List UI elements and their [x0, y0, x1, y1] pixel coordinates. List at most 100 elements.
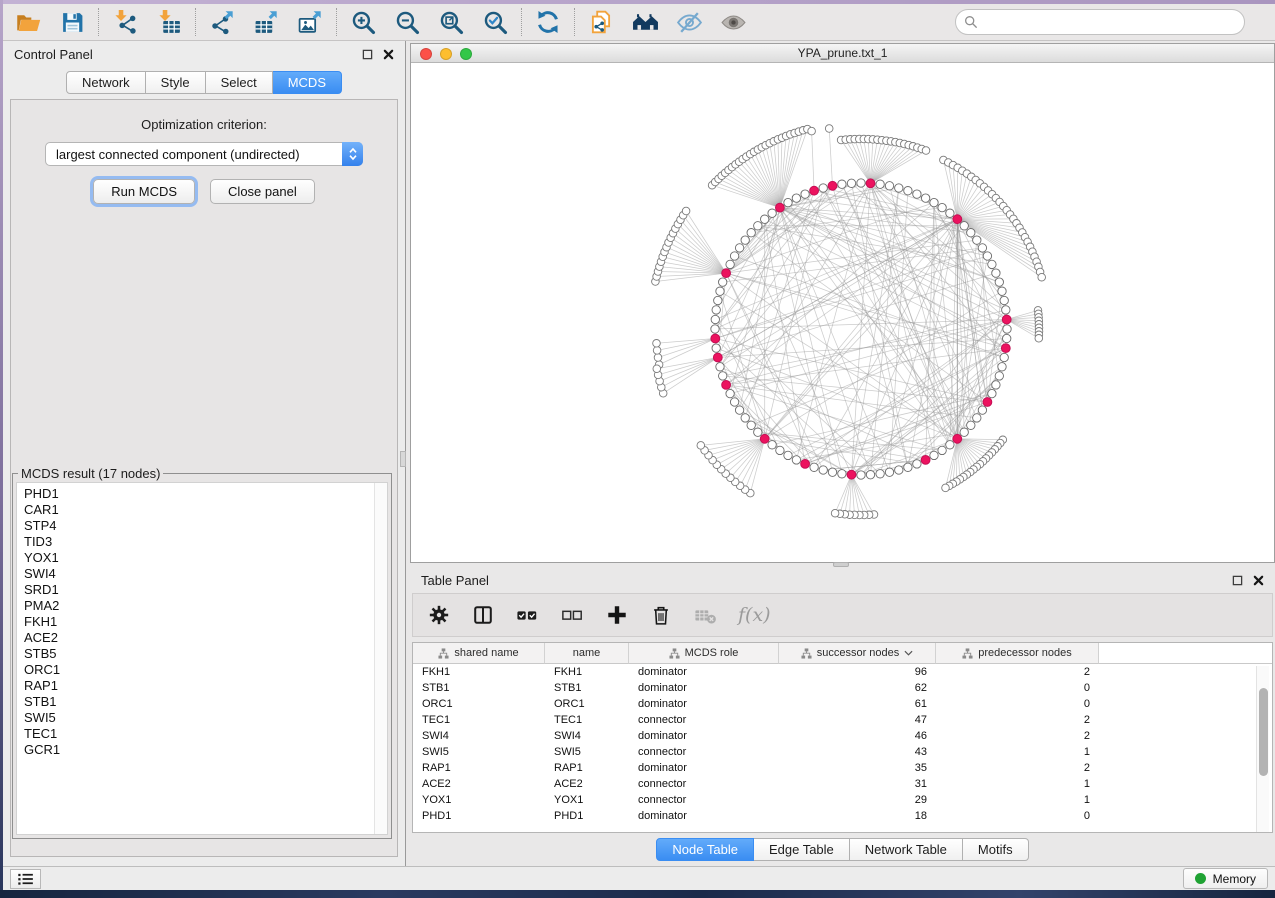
refresh-icon[interactable]	[533, 7, 563, 37]
horizontal-splitter-grip[interactable]	[833, 562, 849, 567]
table-row[interactable]: SWI4SWI4dominator462	[413, 728, 1272, 744]
table-row[interactable]: YOX1YOX1connector291	[413, 792, 1272, 808]
mcds-node-item[interactable]: ACE2	[24, 630, 387, 646]
tab-network[interactable]: Network	[66, 71, 146, 94]
add-column-icon[interactable]	[605, 604, 629, 626]
mcds-node-item[interactable]: CAR1	[24, 502, 387, 518]
cell-shared_name: ACE2	[413, 778, 545, 790]
memory-button[interactable]: Memory	[1183, 868, 1268, 889]
export-table-icon[interactable]	[251, 7, 281, 37]
save-session-icon[interactable]	[57, 7, 87, 37]
table-panel-titlebar: Table Panel	[410, 568, 1275, 593]
show-all-icon[interactable]	[718, 7, 748, 37]
export-image-icon[interactable]	[295, 7, 325, 37]
search-input[interactable]	[955, 9, 1245, 35]
tab-style[interactable]: Style	[146, 71, 206, 94]
tab-node-table[interactable]: Node Table	[656, 838, 754, 861]
column-header-successor-nodes[interactable]: successor nodes	[779, 643, 936, 664]
mcds-node-item[interactable]: STB1	[24, 694, 387, 710]
close-window-icon[interactable]	[420, 48, 432, 60]
close-panel-button[interactable]: Close panel	[210, 179, 315, 204]
table-row[interactable]: RAP1RAP1dominator352	[413, 760, 1272, 776]
first-neighbors-icon[interactable]	[630, 7, 660, 37]
mcds-node-item[interactable]: SWI4	[24, 566, 387, 582]
table-row[interactable]: TEC1TEC1connector472	[413, 712, 1272, 728]
duplicate-network-icon[interactable]	[586, 7, 616, 37]
mcds-node-item[interactable]: PHD1	[24, 486, 387, 502]
column-header-name[interactable]: name	[545, 643, 629, 664]
table-header-row: shared namenameMCDS rolesuccessor nodesp…	[413, 643, 1272, 664]
toolbar-separator	[195, 8, 196, 36]
tab-network-table[interactable]: Network Table	[850, 838, 963, 861]
close-panel-icon[interactable]	[383, 49, 394, 60]
close-table-panel-icon[interactable]	[1253, 575, 1264, 586]
optimization-criterion-dropdown[interactable]: largest connected component (undirected)	[45, 142, 363, 166]
network-window-titlebar[interactable]: YPA_prune.txt_1	[411, 44, 1274, 63]
tab-select[interactable]: Select	[206, 71, 273, 94]
cell-shared_name: STB1	[413, 682, 545, 694]
toolbar-group	[533, 7, 563, 37]
network-graph[interactable]	[411, 63, 1274, 562]
table-row[interactable]: ACE2ACE2connector311	[413, 776, 1272, 792]
cytoscape-window: Control Panel NetworkStyleSelectMCDS Opt…	[3, 4, 1275, 890]
task-history-button[interactable]	[10, 869, 41, 889]
cell-mcds_role: dominator	[629, 682, 779, 694]
zoom-out-icon[interactable]	[392, 7, 422, 37]
select-all-icon[interactable]	[515, 604, 540, 626]
hide-selected-icon[interactable]	[674, 7, 704, 37]
zoom-fit-icon[interactable]	[436, 7, 466, 37]
mcds-node-item[interactable]: ORC1	[24, 662, 387, 678]
tab-mcds[interactable]: MCDS	[273, 71, 342, 94]
mcds-result-list[interactable]: PHD1CAR1STP4TID3YOX1SWI4SRD1PMA2FKH1ACE2…	[16, 482, 388, 835]
control-panel-titlebar: Control Panel	[3, 41, 405, 68]
cell-predecessor_nodes: 1	[936, 778, 1099, 790]
zoom-selected-icon[interactable]	[480, 7, 510, 37]
table-row[interactable]: SWI5SWI5connector431	[413, 744, 1272, 760]
settings-gear-icon[interactable]	[427, 604, 451, 626]
mcds-node-item[interactable]: TEC1	[24, 726, 387, 742]
cell-name: PHD1	[545, 810, 629, 822]
mcds-node-item[interactable]: GCR1	[24, 742, 387, 758]
mcds-node-item[interactable]: TID3	[24, 534, 387, 550]
main-toolbar	[3, 4, 1275, 41]
network-canvas[interactable]	[411, 63, 1274, 562]
tab-edge-table[interactable]: Edge Table	[754, 838, 850, 861]
open-file-icon[interactable]	[13, 7, 43, 37]
table-vertical-scrollbar[interactable]	[1256, 666, 1269, 833]
delete-column-icon[interactable]	[649, 604, 673, 626]
run-mcds-button[interactable]: Run MCDS	[93, 179, 195, 204]
table-panel-tabs: Node TableEdge TableNetwork TableMotifs	[410, 838, 1275, 861]
mcds-list-scrollbar[interactable]	[374, 483, 387, 834]
column-header-MCDS-role[interactable]: MCDS role	[629, 643, 779, 664]
deselect-all-icon[interactable]	[560, 604, 585, 626]
mcds-node-item[interactable]: STB5	[24, 646, 387, 662]
mcds-node-item[interactable]: SWI5	[24, 710, 387, 726]
cell-name: ORC1	[545, 698, 629, 710]
export-network-icon[interactable]	[207, 7, 237, 37]
panel-splitter-grip[interactable]	[400, 451, 406, 467]
import-network-icon[interactable]	[110, 7, 140, 37]
table-row[interactable]: PHD1PHD1dominator180	[413, 808, 1272, 824]
right-region: YPA_prune.txt_1 Table Panel f(x)	[407, 41, 1275, 866]
float-panel-icon[interactable]	[362, 49, 373, 60]
column-layout-icon[interactable]	[471, 604, 495, 626]
minimize-window-icon[interactable]	[440, 48, 452, 60]
table-row[interactable]: STB1STB1dominator620	[413, 680, 1272, 696]
zoom-in-icon[interactable]	[348, 7, 378, 37]
maximize-window-icon[interactable]	[460, 48, 472, 60]
search-icon	[964, 15, 978, 34]
mcds-node-item[interactable]: FKH1	[24, 614, 387, 630]
tab-motifs[interactable]: Motifs	[963, 838, 1029, 861]
mcds-node-item[interactable]: YOX1	[24, 550, 387, 566]
float-table-panel-icon[interactable]	[1232, 575, 1243, 586]
mcds-node-item[interactable]: RAP1	[24, 678, 387, 694]
mcds-node-item[interactable]: SRD1	[24, 582, 387, 598]
table-row[interactable]: FKH1FKH1dominator962	[413, 664, 1272, 680]
import-table-icon[interactable]	[154, 7, 184, 37]
mcds-node-item[interactable]: STP4	[24, 518, 387, 534]
scrollbar-thumb[interactable]	[1259, 688, 1268, 776]
mcds-node-item[interactable]: PMA2	[24, 598, 387, 614]
column-header-predecessor-nodes[interactable]: predecessor nodes	[936, 643, 1099, 664]
table-row[interactable]: ORC1ORC1dominator610	[413, 696, 1272, 712]
column-header-shared-name[interactable]: shared name	[413, 643, 545, 664]
